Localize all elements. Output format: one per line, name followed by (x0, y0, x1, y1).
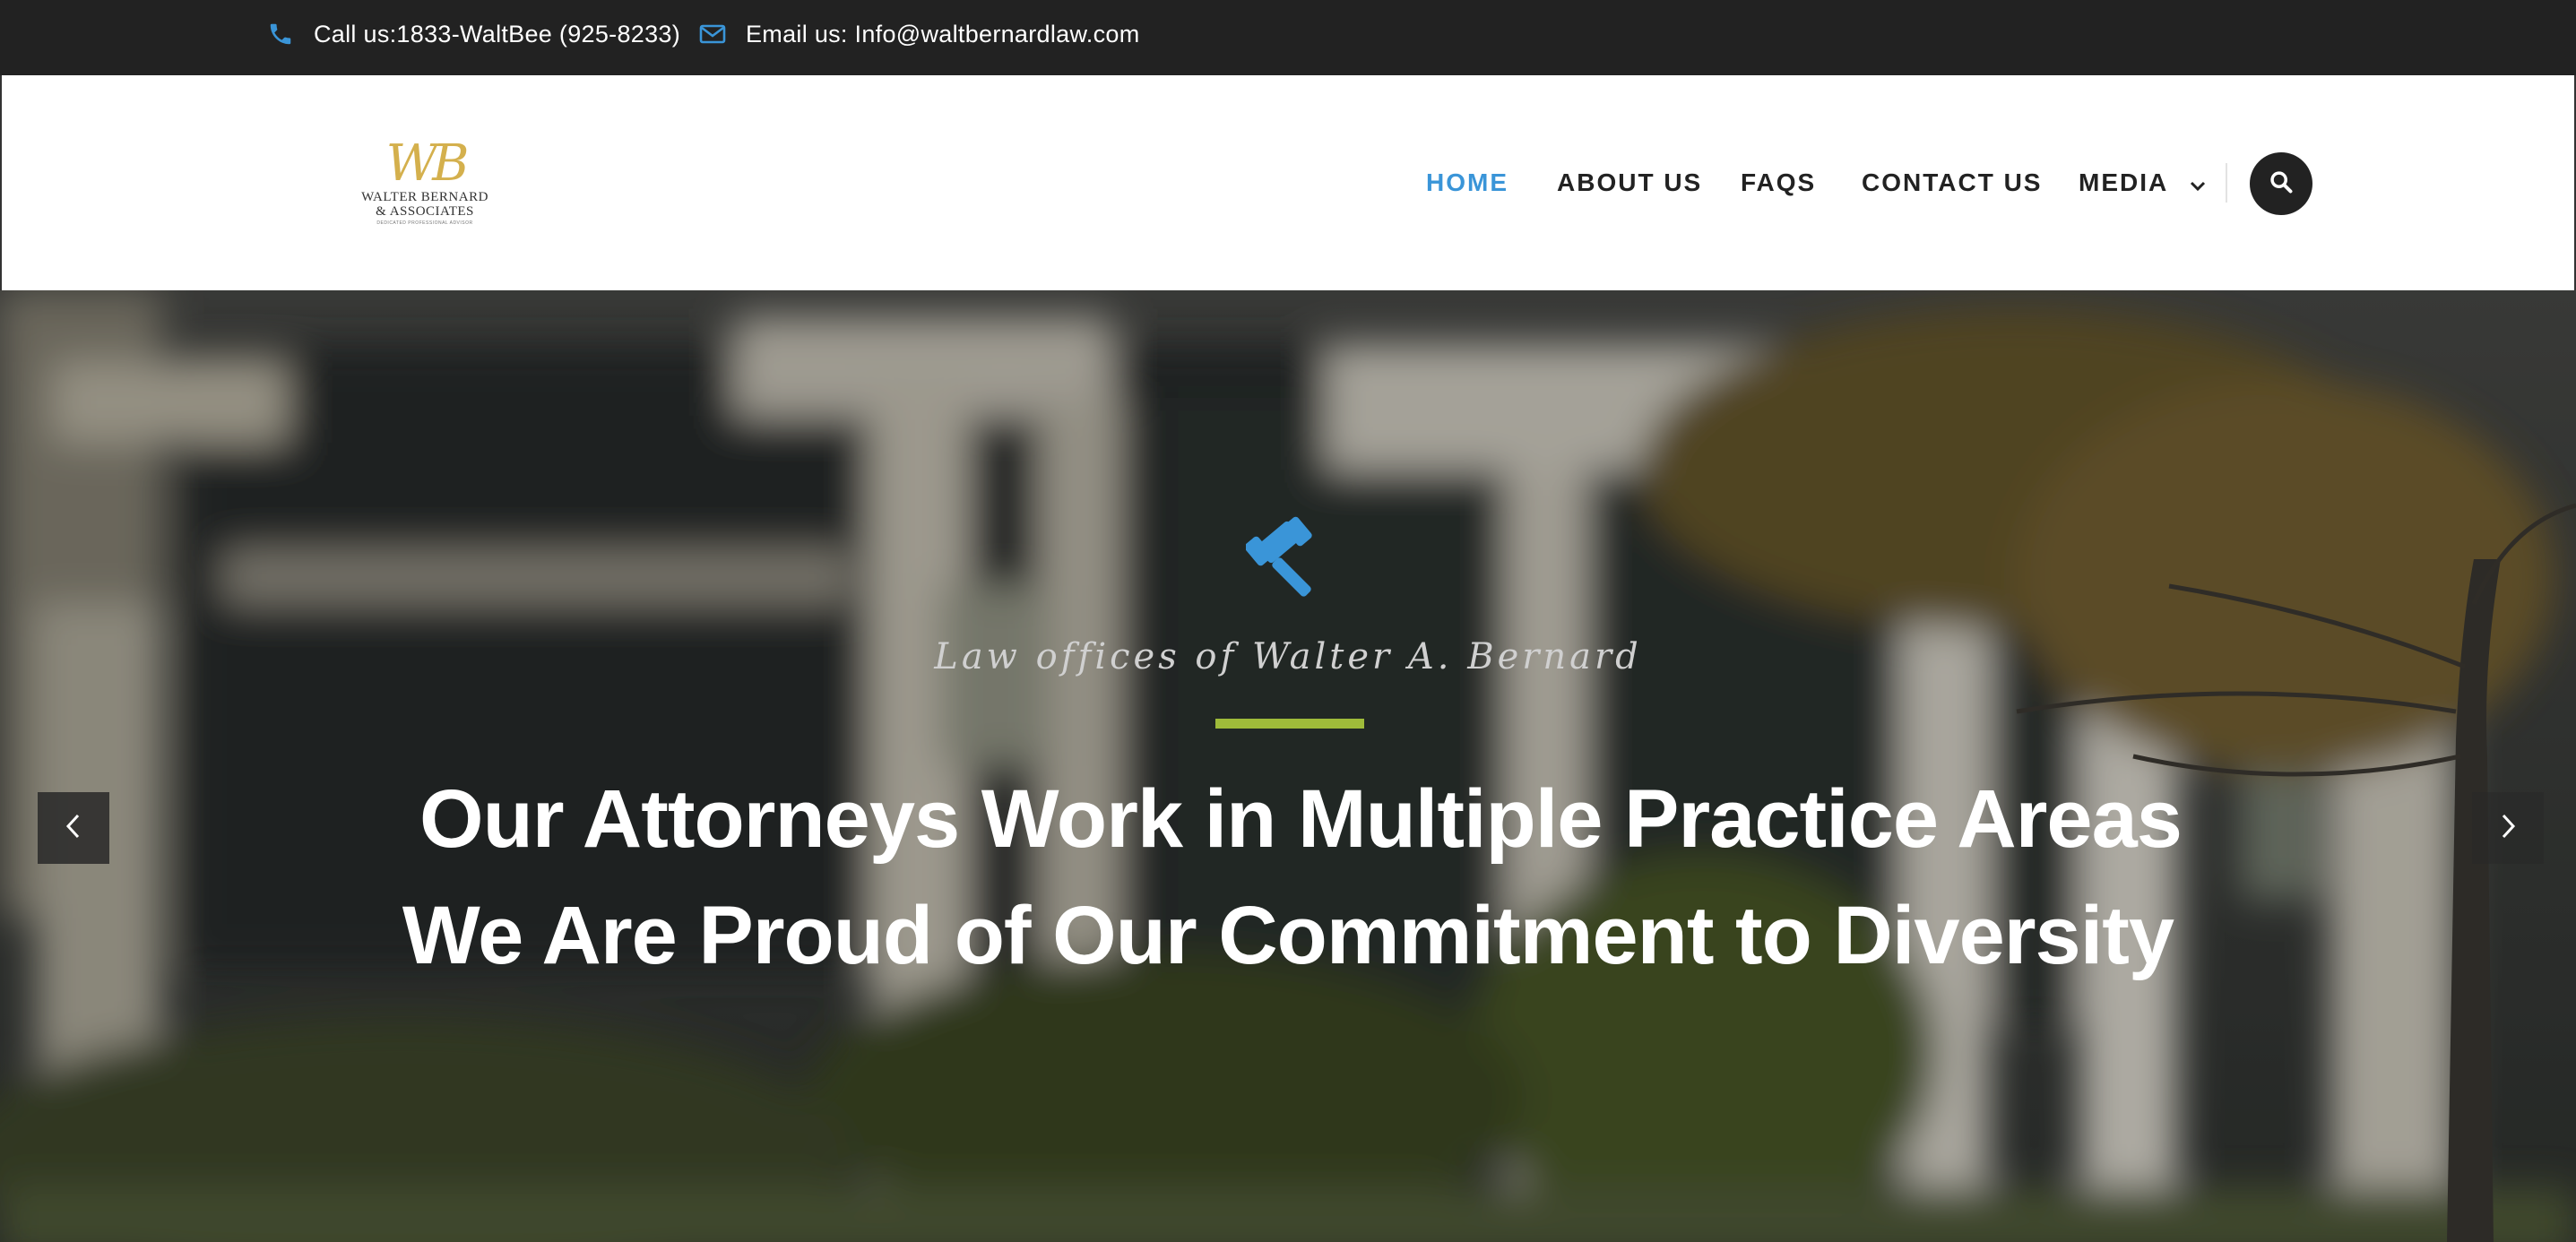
nav-divider (2226, 163, 2227, 203)
top-contact-bar: Call us:1833-WaltBee (925-8233) Email us… (0, 0, 2576, 75)
hero-headline-line1: Our Attorneys Work in Multiple Practice … (419, 773, 2183, 865)
nav-item-home[interactable]: HOME (1426, 167, 1508, 199)
hero-overlay (0, 290, 2576, 1242)
site-header: WB WALTER BERNARD & ASSOCIATES DEDICATED… (0, 75, 2576, 290)
nav-item-contact-us[interactable]: CONTACT US (1862, 167, 2042, 199)
logo-name-line2: & ASSOCIATES (376, 204, 474, 219)
logo-mark: WB (385, 134, 470, 193)
search-button[interactable] (2250, 152, 2312, 215)
hero-slider: Law offices of Walter A. Bernard Our Att… (0, 290, 2576, 1242)
hero-accent-bar (1215, 719, 1364, 729)
email-contact[interactable]: Email us: Info@waltbernardlaw.com (699, 0, 1140, 68)
slider-prev-button[interactable] (38, 792, 109, 864)
envelope-icon (699, 23, 746, 45)
phone-contact[interactable]: Call us:1833-WaltBee (925-8233) (267, 0, 680, 68)
nav-item-about-us[interactable]: ABOUT US (1557, 167, 1702, 199)
chevron-down-icon (2189, 168, 2207, 201)
hero-headline-line2: We Are Proud of Our Commitment to Divers… (402, 890, 2174, 981)
phone-icon (267, 21, 314, 47)
chevron-right-icon (2497, 811, 2519, 846)
nav-item-media-label: MEDIA (2079, 168, 2168, 196)
gavel-icon (1244, 513, 1336, 607)
hero-subtitle: Law offices of Walter A. Bernard (934, 636, 1642, 677)
slider-next-button[interactable] (2472, 792, 2544, 864)
email-text: Email us: Info@waltbernardlaw.com (746, 20, 1140, 47)
chevron-left-icon (63, 811, 84, 846)
phone-text: Call us:1833-WaltBee (925-8233) (314, 20, 681, 47)
nav-item-faqs[interactable]: FAQS (1741, 167, 1816, 199)
site-logo[interactable]: WB WALTER BERNARD & ASSOCIATES DEDICATED… (344, 138, 506, 237)
nav-item-media[interactable]: MEDIA (2079, 167, 2207, 201)
search-icon (2269, 169, 2294, 199)
logo-tagline: DEDICATED PROFESSIONAL ADVISOR (376, 220, 473, 226)
logo-name-line1: WALTER BERNARD (361, 190, 488, 204)
